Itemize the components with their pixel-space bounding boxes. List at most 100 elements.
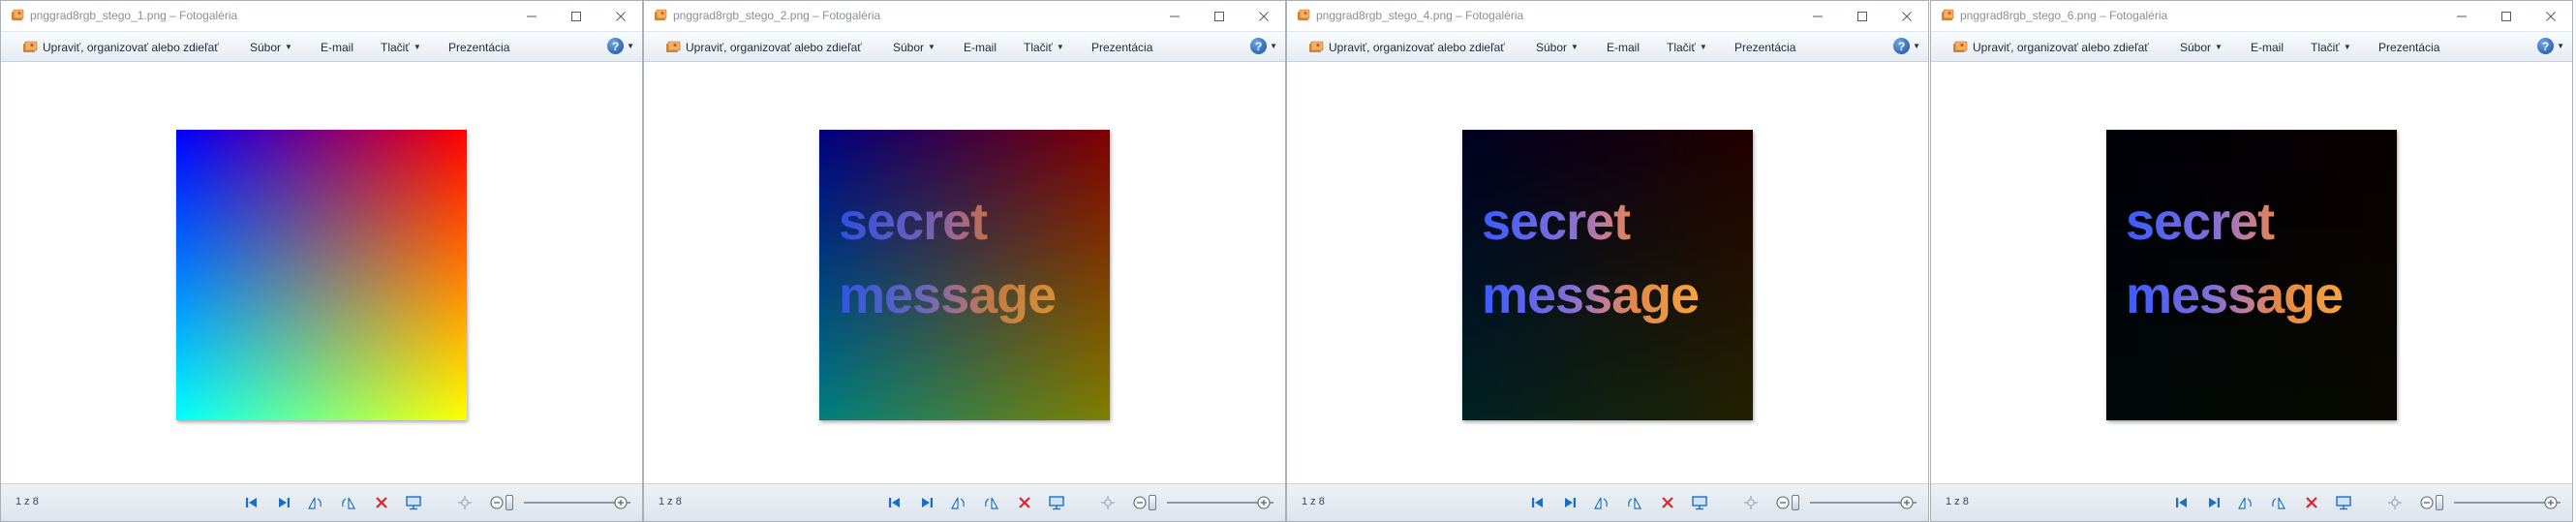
previous-button[interactable] — [1529, 494, 1547, 511]
title-bar[interactable]: pnggrad8rgb_stego_2.png – Fotogaléria — [644, 1, 1285, 31]
maximize-button[interactable] — [1198, 1, 1241, 31]
actual-size-button[interactable] — [1099, 494, 1117, 511]
next-button[interactable] — [1561, 494, 1579, 511]
close-button[interactable] — [599, 1, 642, 31]
zoom-slider-thumb[interactable] — [2436, 495, 2443, 510]
help-menu[interactable]: ? ▼ — [1250, 38, 1277, 54]
edit-organize-share-menu[interactable]: Upraviť, organizovať alebo zdieľať — [1952, 32, 2149, 62]
close-button[interactable] — [1242, 1, 1285, 31]
zoom-out-button[interactable] — [1131, 494, 1149, 511]
maximize-icon — [1857, 11, 1867, 21]
previous-button[interactable] — [886, 494, 904, 511]
previous-button[interactable] — [2173, 494, 2191, 511]
delete-button[interactable] — [373, 494, 390, 511]
email-button[interactable]: E-mail — [2251, 32, 2284, 62]
email-button[interactable]: E-mail — [1607, 32, 1640, 62]
slideshow-button[interactable]: Prezentácia — [448, 32, 509, 62]
window-title: pnggrad8rgb_stego_6.png – Fotogaléria — [1960, 9, 2168, 22]
rotate-clockwise-button[interactable] — [982, 494, 999, 511]
slideshow-button[interactable]: Prezentácia — [1734, 32, 1795, 62]
zoom-in-button[interactable] — [1255, 494, 1273, 511]
edit-organize-share-menu[interactable]: Upraviť, organizovať alebo zdieľať — [1308, 32, 1505, 62]
actual-size-button[interactable] — [456, 494, 474, 511]
zoom-out-button[interactable] — [2418, 494, 2436, 511]
rotate-counterclockwise-button[interactable] — [1593, 494, 1610, 511]
next-button[interactable] — [275, 494, 292, 511]
edit-organize-share-menu[interactable]: Upraviť, organizovať alebo zdieľať — [22, 32, 219, 62]
actual-size-button[interactable] — [2386, 494, 2404, 511]
delete-button[interactable] — [1016, 494, 1033, 511]
help-menu[interactable]: ? ▼ — [607, 38, 634, 54]
next-button[interactable] — [918, 494, 935, 511]
file-menu-label: Súbor — [893, 40, 925, 54]
zoom-in-button[interactable] — [612, 494, 629, 511]
delete-icon — [1662, 497, 1673, 508]
maximize-button[interactable] — [2485, 1, 2528, 31]
maximize-button[interactable] — [1841, 1, 1884, 31]
displayed-image: secret message — [819, 130, 1110, 420]
actual-size-icon — [1101, 496, 1115, 509]
email-label: E-mail — [321, 40, 354, 54]
zoom-slider-thumb[interactable] — [506, 495, 513, 510]
title-bar[interactable]: pnggrad8rgb_stego_4.png – Fotogaléria — [1287, 1, 1928, 31]
minimize-button[interactable] — [2440, 1, 2483, 31]
rotate-left-icon — [307, 497, 322, 509]
file-menu[interactable]: Súbor ▼ — [893, 32, 935, 62]
minimize-button[interactable] — [1153, 1, 1196, 31]
chevron-down-icon: ▼ — [413, 43, 421, 51]
email-button[interactable]: E-mail — [321, 32, 353, 62]
close-button[interactable] — [2530, 1, 2572, 31]
title-bar[interactable]: pnggrad8rgb_stego_1.png – Fotogaléria — [1, 1, 642, 31]
rotate-counterclockwise-button[interactable] — [307, 494, 324, 511]
slideshow-play-button[interactable] — [1048, 494, 1065, 511]
previous-button[interactable] — [243, 494, 261, 511]
slideshow-icon — [2336, 496, 2351, 510]
help-menu[interactable]: ? ▼ — [1893, 38, 1920, 54]
edit-organize-share-menu[interactable]: Upraviť, organizovať alebo zdieľať — [665, 32, 862, 62]
close-button[interactable] — [1886, 1, 1928, 31]
minimize-icon — [2457, 15, 2467, 16]
slideshow-play-button[interactable] — [1691, 494, 1708, 511]
zoom-slider-thumb[interactable] — [1792, 495, 1799, 510]
print-menu[interactable]: Tlačiť ▼ — [1024, 32, 1064, 62]
help-menu[interactable]: ? ▼ — [2537, 38, 2564, 54]
title-bar[interactable]: pnggrad8rgb_stego_6.png – Fotogaléria — [1931, 1, 2572, 31]
file-menu[interactable]: Súbor ▼ — [1536, 32, 1579, 62]
slideshow-play-button[interactable] — [2335, 494, 2352, 511]
command-toolbar: Upraviť, organizovať alebo zdieľať Súbor… — [1, 31, 642, 62]
file-menu[interactable]: Súbor ▼ — [2180, 32, 2223, 62]
rotate-clockwise-button[interactable] — [2269, 494, 2286, 511]
minimize-button[interactable] — [1796, 1, 1839, 31]
actual-size-icon — [1744, 496, 1758, 509]
delete-button[interactable] — [1659, 494, 1676, 511]
minimize-icon — [527, 15, 537, 16]
slideshow-play-button[interactable] — [405, 494, 422, 511]
previous-icon — [2176, 498, 2187, 507]
rotate-counterclockwise-button[interactable] — [950, 494, 967, 511]
minimize-button[interactable] — [510, 1, 553, 31]
print-menu-label: Tlačiť — [381, 40, 410, 54]
zoom-in-button[interactable] — [1898, 494, 1916, 511]
email-button[interactable]: E-mail — [964, 32, 997, 62]
print-menu[interactable]: Tlačiť ▼ — [2311, 32, 2351, 62]
print-menu[interactable]: Tlačiť ▼ — [1667, 32, 1707, 62]
file-menu[interactable]: Súbor ▼ — [250, 32, 292, 62]
zoom-slider-thumb[interactable] — [1149, 495, 1156, 510]
slideshow-button[interactable]: Prezentácia — [1091, 32, 1152, 62]
photo-gallery-window-4: pnggrad8rgb_stego_6.png – Fotogaléria Up… — [1930, 0, 2573, 522]
rotate-right-icon — [342, 497, 356, 509]
delete-button[interactable] — [2303, 494, 2320, 511]
slideshow-button[interactable]: Prezentácia — [2378, 32, 2439, 62]
print-menu[interactable]: Tlačiť ▼ — [381, 32, 421, 62]
maximize-button[interactable] — [555, 1, 598, 31]
rotate-counterclockwise-button[interactable] — [2237, 494, 2254, 511]
zoom-in-button[interactable] — [2542, 494, 2560, 511]
rotate-clockwise-button[interactable] — [339, 494, 356, 511]
zoom-out-button[interactable] — [1774, 494, 1792, 511]
actual-size-button[interactable] — [1742, 494, 1760, 511]
rotate-clockwise-button[interactable] — [1625, 494, 1642, 511]
chevron-down-icon: ▼ — [627, 42, 634, 50]
zoom-out-button[interactable] — [488, 494, 506, 511]
command-toolbar: Upraviť, organizovať alebo zdieľať Súbor… — [1287, 31, 1928, 62]
next-button[interactable] — [2205, 494, 2223, 511]
